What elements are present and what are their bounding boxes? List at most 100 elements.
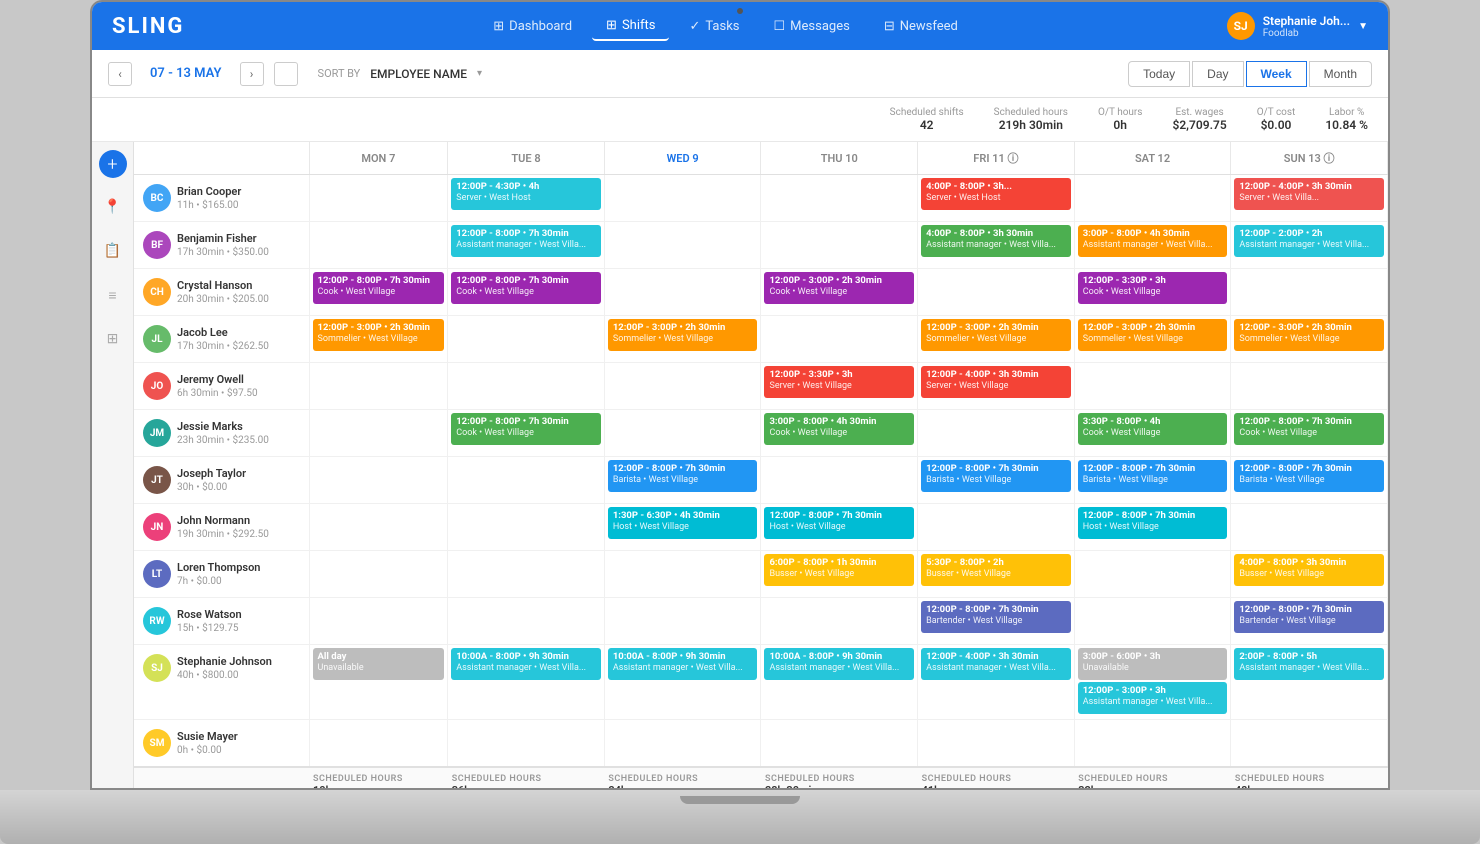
calendar-picker-button[interactable] (274, 62, 298, 86)
day-cell[interactable]: 10:00A - 8:00P • 9h 30min Assistant mana… (761, 645, 918, 720)
day-button[interactable]: Day (1192, 61, 1243, 87)
day-cell[interactable]: 12:00P - 3:00P • 2h 30min Cook • West Vi… (761, 269, 918, 316)
day-cell[interactable] (309, 363, 448, 410)
day-cell[interactable]: 2:00P - 8:00P • 5h Assistant manager • W… (1231, 645, 1388, 720)
nav-tasks[interactable]: ✓ Tasks (675, 12, 753, 41)
day-cell[interactable] (761, 457, 918, 504)
shift-block[interactable]: 12:00P - 3:30P • 3h Server • West Villag… (764, 366, 914, 398)
day-cell[interactable]: 5:30P - 8:00P • 2h Busser • West Village (918, 551, 1075, 598)
day-cell[interactable] (1231, 363, 1388, 410)
nav-messages[interactable]: ☐ Messages (760, 12, 864, 41)
day-cell[interactable]: 12:00P - 4:00P • 3h 30min Assistant mana… (918, 645, 1075, 720)
shift-block[interactable]: 12:00P - 3:00P • 2h 30min Sommelier • We… (608, 319, 758, 351)
shift-block[interactable]: 12:00P - 4:00P • 3h 30min Assistant mana… (921, 648, 1071, 680)
day-cell[interactable]: 12:00P - 3:00P • 2h 30min Sommelier • We… (309, 316, 448, 363)
day-cell[interactable] (761, 720, 918, 768)
shift-block[interactable]: 12:00P - 8:00P • 7h 30min Host • West Vi… (764, 507, 914, 539)
next-week-button[interactable]: › (240, 62, 264, 86)
day-cell[interactable]: All day Unavailable (309, 645, 448, 720)
day-cell[interactable] (448, 504, 605, 551)
day-cell[interactable] (761, 222, 918, 269)
day-cell[interactable] (761, 316, 918, 363)
shift-block[interactable]: 12:00P - 2:00P • 2h Assistant manager • … (1234, 225, 1384, 257)
day-cell[interactable] (918, 269, 1075, 316)
day-cell[interactable] (1074, 551, 1231, 598)
week-button[interactable]: Week (1246, 61, 1307, 87)
location-icon[interactable]: 📍 (98, 192, 128, 222)
day-cell[interactable]: 12:00P - 3:00P • 2h 30min Sommelier • We… (918, 316, 1075, 363)
day-cell[interactable]: 12:00P - 3:00P • 2h 30min Sommelier • We… (604, 316, 761, 363)
day-cell[interactable] (1074, 363, 1231, 410)
shift-block[interactable]: 12:00P - 3:30P • 3h Cook • West Village (1078, 272, 1228, 304)
day-cell[interactable]: 3:00P - 6:00P • 3h Unavailable 12:00P - … (1074, 645, 1231, 720)
day-cell[interactable]: 3:00P - 8:00P • 4h 30min Cook • West Vil… (761, 410, 918, 457)
filter-icon[interactable]: ⊞ (98, 324, 128, 354)
shift-block[interactable]: 1:30P - 6:30P • 4h 30min Host • West Vil… (608, 507, 758, 539)
day-cell[interactable] (309, 410, 448, 457)
shift-block[interactable]: 3:30P - 8:00P • 4h Cook • West Village (1078, 413, 1228, 445)
shift-block[interactable]: 4:00P - 8:00P • 3h 30min Busser • West V… (1234, 554, 1384, 586)
day-cell[interactable]: 10:00A - 8:00P • 9h 30min Assistant mana… (448, 645, 605, 720)
day-cell[interactable]: 3:00P - 8:00P • 4h 30min Assistant manag… (1074, 222, 1231, 269)
shift-block[interactable]: 12:00P - 8:00P • 7h 30min Barista • West… (608, 460, 758, 492)
shift-block[interactable]: 5:30P - 8:00P • 2h Busser • West Village (921, 554, 1071, 586)
nav-dashboard[interactable]: ⊞ Dashboard (479, 12, 586, 41)
shift-block[interactable]: 12:00P - 3:00P • 2h 30min Cook • West Vi… (764, 272, 914, 304)
day-cell[interactable] (604, 410, 761, 457)
day-cell[interactable] (1231, 504, 1388, 551)
shift-block[interactable]: 12:00P - 3:00P • 2h 30min Sommelier • We… (921, 319, 1071, 351)
shift-block[interactable]: 10:00A - 8:00P • 9h 30min Assistant mana… (608, 648, 758, 680)
shift-block[interactable]: 6:00P - 8:00P • 1h 30min Busser • West V… (764, 554, 914, 586)
day-cell[interactable] (1074, 175, 1231, 222)
day-cell[interactable]: 4:00P - 8:00P • 3h... Server • West Host (918, 175, 1075, 222)
day-cell[interactable] (918, 504, 1075, 551)
day-cell[interactable] (309, 457, 448, 504)
day-cell[interactable]: 12:00P - 8:00P • 7h 30min Host • West Vi… (761, 504, 918, 551)
today-button[interactable]: Today (1128, 61, 1190, 87)
day-cell[interactable] (448, 363, 605, 410)
day-cell[interactable] (309, 551, 448, 598)
shift-block[interactable]: 12:00P - 3:00P • 2h 30min Sommelier • We… (1078, 319, 1228, 351)
shift-block[interactable]: 12:00P - 8:00P • 7h 30min Barista • West… (1234, 460, 1384, 492)
day-cell[interactable] (448, 457, 605, 504)
shift-block[interactable]: 2:00P - 8:00P • 5h Assistant manager • W… (1234, 648, 1384, 680)
shift-block[interactable]: 12:00P - 4:00P • 3h 30min Server • West … (921, 366, 1071, 398)
day-cell[interactable]: 12:00P - 8:00P • 7h 30min Barista • West… (1074, 457, 1231, 504)
day-cell[interactable]: 12:00P - 8:00P • 7h 30min Barista • West… (918, 457, 1075, 504)
day-cell[interactable] (448, 720, 605, 768)
user-menu[interactable]: SJ Stephanie Joh... Foodlab ▼ (1227, 12, 1368, 40)
shift-block[interactable]: 3:00P - 8:00P • 4h 30min Assistant manag… (1078, 225, 1228, 257)
day-cell[interactable] (448, 598, 605, 645)
day-cell[interactable]: 12:00P - 8:00P • 7h 30min Assistant mana… (448, 222, 605, 269)
day-cell[interactable]: 12:00P - 8:00P • 7h 30min Cook • West Vi… (1231, 410, 1388, 457)
shift-block[interactable]: 12:00P - 3:00P • 2h 30min Sommelier • We… (1234, 319, 1384, 351)
day-cell[interactable] (309, 175, 448, 222)
day-cell[interactable]: 12:00P - 8:00P • 7h 30min Barista • West… (1231, 457, 1388, 504)
month-button[interactable]: Month (1309, 61, 1372, 87)
day-cell[interactable] (309, 720, 448, 768)
day-cell[interactable]: 4:00P - 8:00P • 3h 30min Assistant manag… (918, 222, 1075, 269)
shift-block[interactable]: 3:00P - 8:00P • 4h 30min Cook • West Vil… (764, 413, 914, 445)
day-cell[interactable] (1231, 269, 1388, 316)
shift-block[interactable]: 10:00A - 8:00P • 9h 30min Assistant mana… (764, 648, 914, 680)
shift-block[interactable]: 12:00P - 8:00P • 7h 30min Cook • West Vi… (451, 413, 601, 445)
day-cell[interactable]: 12:00P - 4:00P • 3h 30min Server • West … (1231, 175, 1388, 222)
day-cell[interactable]: 4:00P - 8:00P • 3h 30min Busser • West V… (1231, 551, 1388, 598)
day-cell[interactable]: 12:00P - 3:00P • 2h 30min Sommelier • We… (1231, 316, 1388, 363)
shift-block[interactable]: 12:00P - 3:00P • 3h Assistant manager • … (1078, 682, 1228, 714)
day-cell[interactable] (918, 720, 1075, 768)
day-cell[interactable] (761, 175, 918, 222)
nav-shifts[interactable]: ⊞ Shifts (592, 12, 669, 41)
day-cell[interactable]: 3:30P - 8:00P • 4h Cook • West Village (1074, 410, 1231, 457)
day-cell[interactable] (761, 598, 918, 645)
day-cell[interactable] (604, 363, 761, 410)
day-cell[interactable]: 12:00P - 3:30P • 3h Server • West Villag… (761, 363, 918, 410)
shift-block[interactable]: 4:00P - 8:00P • 3h... Server • West Host (921, 178, 1071, 210)
shift-block[interactable]: 12:00P - 4:00P • 3h 30min Server • West … (1234, 178, 1384, 210)
shift-block[interactable]: 12:00P - 8:00P • 7h 30min Barista • West… (1078, 460, 1228, 492)
day-cell[interactable]: 12:00P - 3:30P • 3h Cook • West Village (1074, 269, 1231, 316)
day-cell[interactable] (448, 316, 605, 363)
day-cell[interactable]: 12:00P - 8:00P • 7h 30min Barista • West… (604, 457, 761, 504)
day-cell[interactable]: 10:00A - 8:00P • 9h 30min Assistant mana… (604, 645, 761, 720)
shift-block[interactable]: 12:00P - 3:00P • 2h 30min Sommelier • We… (313, 319, 445, 351)
